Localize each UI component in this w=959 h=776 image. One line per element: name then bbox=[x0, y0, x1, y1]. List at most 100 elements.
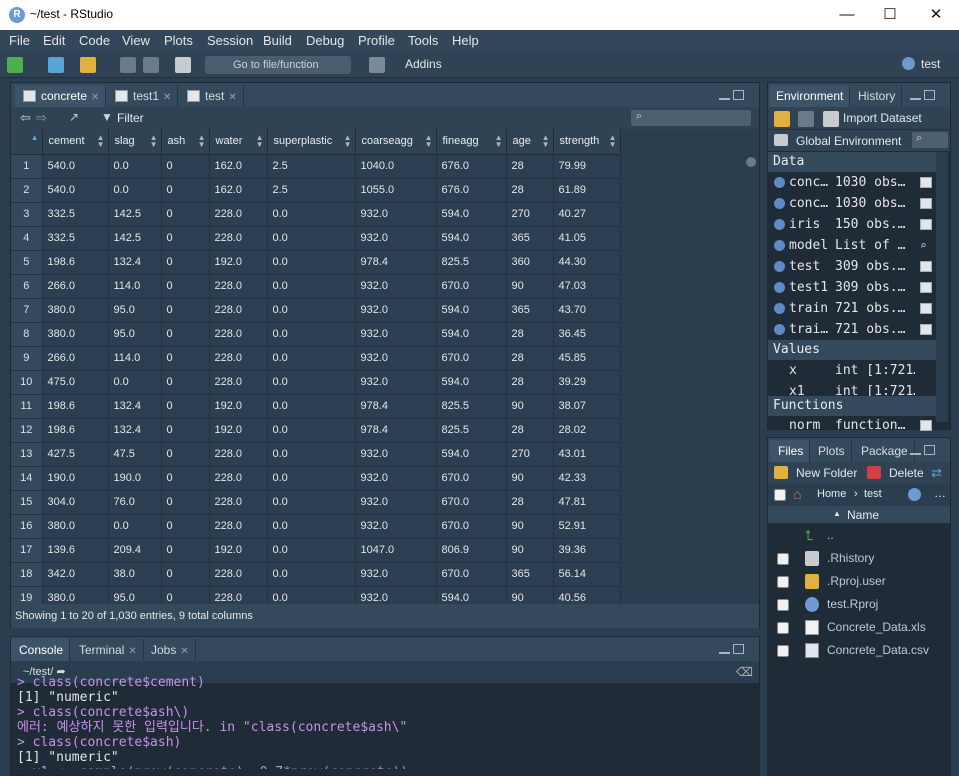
scroll-thumb[interactable] bbox=[746, 157, 756, 167]
expand-icon[interactable] bbox=[774, 198, 785, 209]
filter-icon[interactable]: ▼ bbox=[101, 110, 113, 124]
file-row[interactable]: Concrete_Data.xls bbox=[768, 616, 950, 639]
expand-icon[interactable] bbox=[774, 177, 785, 188]
pane-window-controls[interactable] bbox=[910, 89, 940, 101]
column-header[interactable]: ash ▲ ▼ bbox=[161, 129, 210, 155]
menu-profile[interactable]: Profile bbox=[358, 33, 395, 48]
menu-code[interactable]: Code bbox=[79, 33, 110, 48]
popout-icon[interactable]: ↗ bbox=[69, 110, 79, 124]
rproj-icon[interactable] bbox=[908, 488, 921, 501]
function-icon[interactable] bbox=[920, 420, 932, 431]
environment-row[interactable]: test 309 obs.… bbox=[768, 256, 936, 277]
expand-icon[interactable] bbox=[774, 324, 785, 335]
name-column-header[interactable]: Name bbox=[847, 508, 879, 522]
column-header[interactable]: fineagg ▲ ▼ bbox=[436, 129, 507, 155]
environment-scrollbar[interactable] bbox=[936, 152, 948, 422]
open-workspace-icon[interactable] bbox=[774, 111, 790, 127]
go-to-file-input[interactable]: Go to file/function bbox=[205, 56, 351, 74]
save-icon[interactable] bbox=[120, 57, 136, 73]
pane-window-controls[interactable] bbox=[719, 89, 749, 101]
expand-icon[interactable] bbox=[774, 240, 785, 251]
file-name-link[interactable]: .Rproj.user bbox=[827, 570, 886, 593]
environment-row[interactable]: trai… 721 obs.… bbox=[768, 319, 936, 340]
file-name-link[interactable]: .Rhistory bbox=[827, 547, 874, 570]
tab-environment[interactable]: Environment bbox=[770, 85, 851, 107]
menu-plots[interactable]: Plots bbox=[164, 33, 193, 48]
file-checkbox[interactable] bbox=[777, 622, 789, 634]
environment-row[interactable]: iris 150 obs.… bbox=[768, 214, 936, 235]
close-button[interactable]: ✕ bbox=[921, 4, 951, 26]
expand-icon[interactable] bbox=[774, 282, 785, 293]
tab-jobs[interactable]: Jobs ✕ bbox=[143, 639, 196, 661]
delete-button[interactable]: Delete bbox=[889, 466, 924, 480]
addins-menu[interactable]: Addins bbox=[405, 57, 442, 71]
global-environment-select[interactable]: Global Environment bbox=[796, 134, 901, 148]
open-file-icon[interactable] bbox=[80, 57, 96, 73]
column-header[interactable]: superplastic ▲ ▼ bbox=[267, 129, 356, 155]
filter-button[interactable]: Filter bbox=[117, 111, 144, 125]
breadcrumb-home[interactable]: Home bbox=[817, 488, 846, 500]
file-name-link[interactable]: test.Rproj bbox=[827, 593, 878, 616]
tab-test[interactable]: test ✕ bbox=[179, 85, 244, 107]
back-arrow-icon[interactable]: ⇦ bbox=[20, 110, 31, 126]
file-name-link[interactable]: Concrete_Data.xls bbox=[827, 616, 926, 639]
minimize-button[interactable]: — bbox=[832, 4, 862, 26]
parent-directory-row[interactable]: ⮤ .. bbox=[768, 524, 950, 547]
menu-build[interactable]: Build bbox=[263, 33, 292, 48]
save-workspace-icon[interactable] bbox=[798, 111, 814, 127]
forward-arrow-icon[interactable]: ⇨ bbox=[36, 110, 47, 126]
home-icon[interactable]: ⌂ bbox=[793, 486, 801, 502]
environment-row[interactable]: train 721 obs.… bbox=[768, 298, 936, 319]
close-tab-icon[interactable]: ✕ bbox=[228, 92, 236, 103]
close-tab-icon[interactable]: ✕ bbox=[128, 646, 136, 657]
menu-file[interactable]: File bbox=[9, 33, 30, 48]
file-name-link[interactable]: Concrete_Data.csv bbox=[827, 639, 929, 662]
grid-icon[interactable] bbox=[920, 282, 932, 293]
close-tab-icon[interactable]: ✕ bbox=[180, 646, 188, 657]
breadcrumb-test[interactable]: test bbox=[864, 488, 882, 500]
environment-row[interactable]: model List of … ⌕ bbox=[768, 235, 936, 256]
tab-packages[interactable]: Package bbox=[853, 440, 915, 462]
maximize-button[interactable]: ☐ bbox=[875, 4, 905, 26]
tab-terminal[interactable]: Terminal ✕ bbox=[71, 639, 144, 661]
grid-icon[interactable] bbox=[920, 324, 932, 335]
grid-icon[interactable] bbox=[920, 219, 932, 230]
pane-window-controls[interactable] bbox=[910, 444, 940, 456]
environment-row[interactable]: conc… 1030 obs… bbox=[768, 172, 936, 193]
grid-icon[interactable] bbox=[920, 198, 932, 209]
menu-view[interactable]: View bbox=[122, 33, 150, 48]
column-header[interactable]: slag ▲ ▼ bbox=[108, 129, 162, 155]
expand-icon[interactable] bbox=[774, 303, 785, 314]
file-row[interactable]: .Rproj.user bbox=[768, 570, 950, 593]
menu-debug[interactable]: Debug bbox=[306, 33, 344, 48]
file-checkbox[interactable] bbox=[777, 576, 789, 588]
expand-icon[interactable] bbox=[774, 261, 785, 272]
environment-row[interactable]: x int [1:721… bbox=[768, 360, 936, 381]
file-checkbox[interactable] bbox=[777, 645, 789, 657]
environment-search-icon[interactable]: ⌕ bbox=[912, 132, 948, 148]
expand-icon[interactable] bbox=[774, 219, 785, 230]
import-dataset-button[interactable]: Import Dataset bbox=[843, 111, 922, 125]
grid-icon[interactable] bbox=[920, 177, 932, 188]
tab-history[interactable]: History bbox=[850, 85, 903, 107]
file-checkbox[interactable] bbox=[777, 553, 789, 565]
file-checkbox[interactable] bbox=[777, 599, 789, 611]
file-row[interactable]: test.Rproj bbox=[768, 593, 950, 616]
environment-row[interactable]: norm function… bbox=[768, 415, 936, 436]
pane-window-controls[interactable] bbox=[719, 643, 749, 655]
menu-help[interactable]: Help bbox=[452, 33, 479, 48]
rename-icon[interactable]: ⇄ bbox=[931, 465, 942, 481]
column-header[interactable]: coarseagg ▲ ▼ bbox=[355, 129, 437, 155]
menu-session[interactable]: Session bbox=[207, 33, 253, 48]
tab-files[interactable]: Files bbox=[770, 440, 811, 462]
project-menu[interactable]: test bbox=[921, 57, 940, 71]
tab-console[interactable]: Console bbox=[11, 639, 71, 661]
grid-icon[interactable] bbox=[920, 261, 932, 272]
grid-icon[interactable] bbox=[920, 303, 932, 314]
console-output[interactable]: > class(concrete$cement) [1] "numeric" > c… bbox=[11, 675, 759, 769]
row-number-header[interactable]: ▲ bbox=[11, 129, 43, 155]
tab-plots[interactable]: Plots bbox=[810, 440, 852, 462]
select-all-checkbox[interactable] bbox=[774, 489, 786, 501]
tab-test1[interactable]: test1 ✕ bbox=[107, 85, 179, 107]
close-tab-icon[interactable]: ✕ bbox=[163, 92, 171, 103]
